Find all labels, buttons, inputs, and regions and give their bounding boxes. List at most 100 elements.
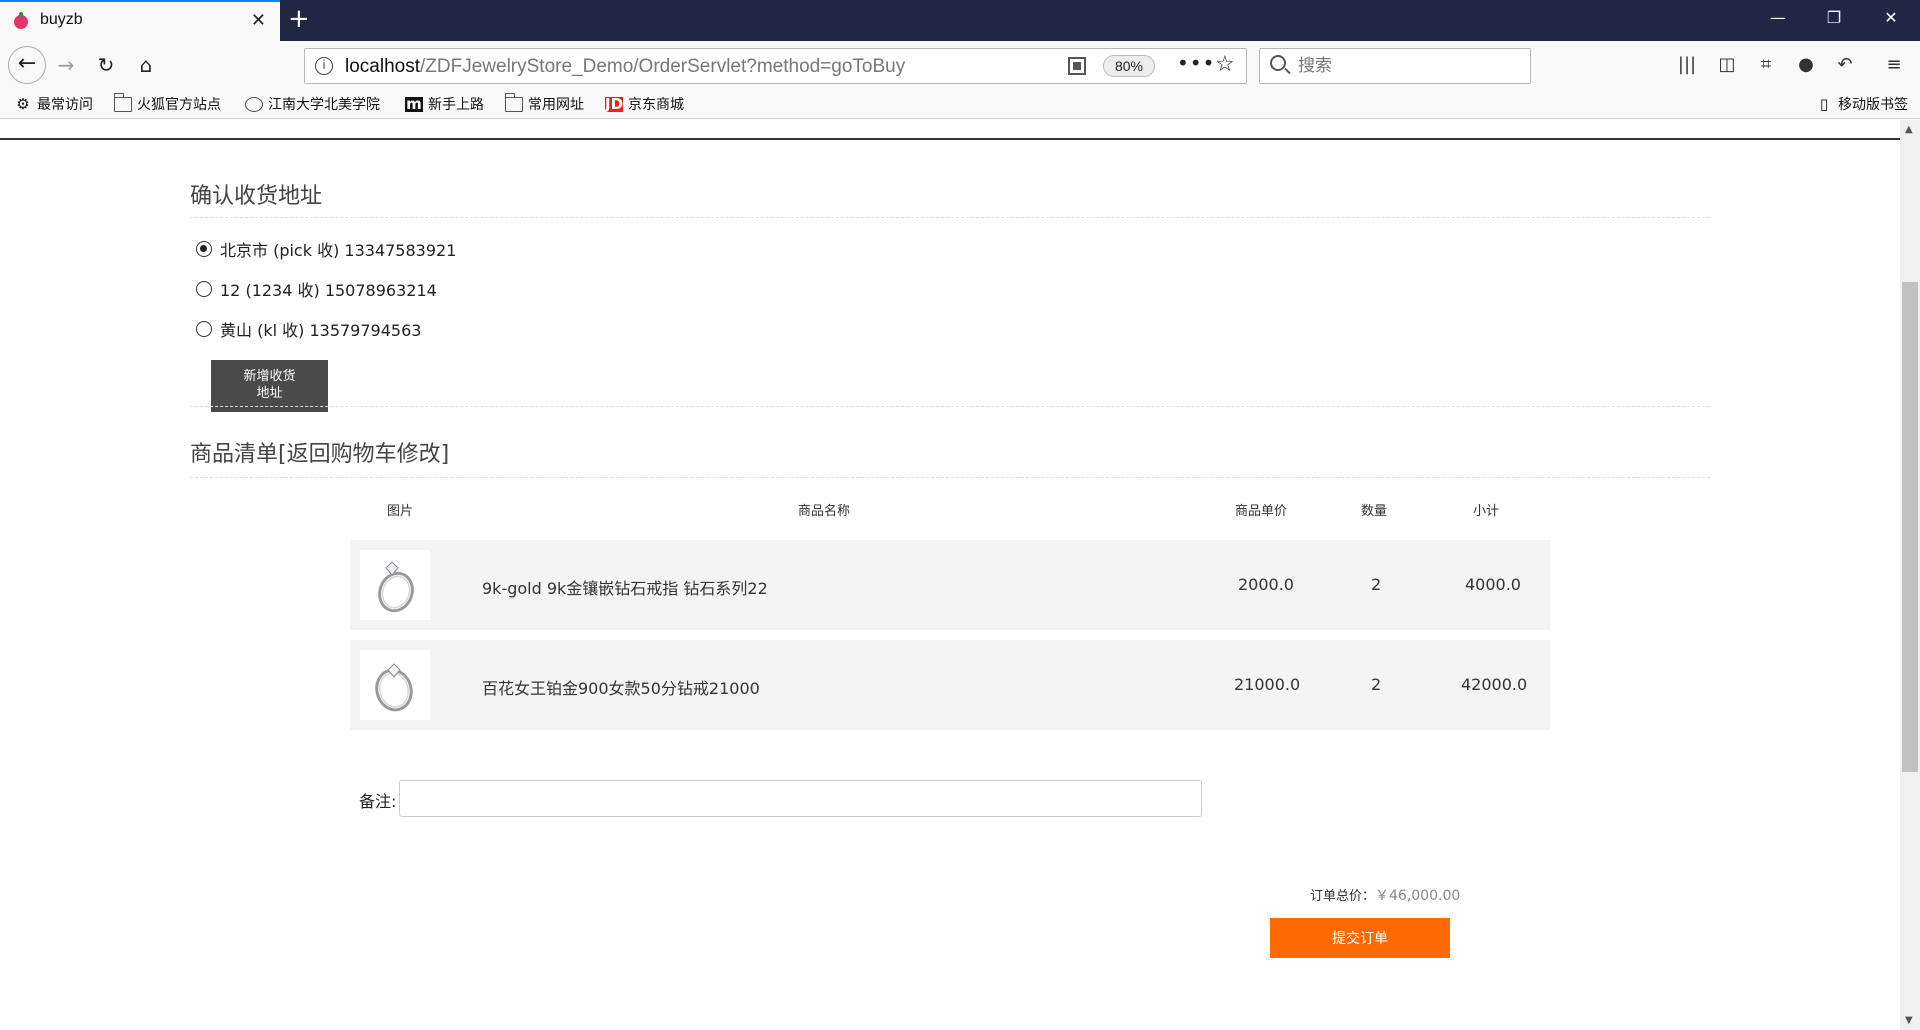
bookmark-label: 江南大学北美学院 xyxy=(268,97,380,113)
items-section-title[interactable]: 商品清单[返回购物车修改] xyxy=(190,436,449,468)
page-content: 确认收货地址 北京市 (pick 收) 13347583921 12 (1234… xyxy=(0,120,1900,1030)
table-row: 百花女王铂金900女款50分钻戒21000 21000.0 2 42000.0 xyxy=(350,640,1550,730)
bookmark-label: 京东商城 xyxy=(628,97,684,113)
jd-logo-icon: JD xyxy=(605,94,624,113)
restore-icon[interactable]: ❐ xyxy=(1819,8,1849,27)
ring-icon[interactable] xyxy=(360,650,430,720)
globe-icon xyxy=(245,96,263,112)
bookmark-label: 火狐官方站点 xyxy=(137,97,221,113)
page-actions-icon[interactable]: ••• xyxy=(1177,51,1215,75)
scroll-up-icon[interactable]: ▲ xyxy=(1905,124,1913,135)
item-price: 21000.0 xyxy=(1234,675,1301,694)
back-button[interactable]: ← xyxy=(8,46,46,84)
window-close-icon[interactable]: ✕ xyxy=(1876,8,1906,27)
bookmark-label: 移动版书签 xyxy=(1838,97,1908,113)
reload-button[interactable]: ↻ xyxy=(92,51,120,79)
bookmark-label: 最常访问 xyxy=(37,97,93,113)
address-radio[interactable] xyxy=(196,321,212,337)
order-total-label: 订单总价： xyxy=(1310,889,1376,904)
item-subtotal: 42000.0 xyxy=(1461,675,1528,694)
url-path: /ZDFJewelryStore_Demo/OrderServlet?metho… xyxy=(420,56,906,77)
mobile-icon: ▯ xyxy=(1819,94,1829,113)
gear-icon: ⚙ xyxy=(16,94,30,113)
header-subtotal: 小计 xyxy=(1473,504,1500,519)
remark-label: 备注: xyxy=(359,792,397,811)
search-input[interactable] xyxy=(1298,55,1518,77)
add-address-label-line1: 新增收货 xyxy=(243,369,296,384)
remark-input[interactable] xyxy=(399,780,1202,817)
folder-icon xyxy=(114,92,132,112)
ring-icon[interactable] xyxy=(360,550,430,620)
address-section-title: 确认收货地址 xyxy=(190,184,323,209)
bookmark-mobile[interactable]: ▯ 移动版书签 xyxy=(1815,94,1908,114)
sidebar-icon[interactable]: ◫ xyxy=(1713,51,1741,79)
navigation-toolbar: ← → ↻ ⌂ i localhost/ZDFJewelryStore_Demo… xyxy=(0,41,1920,89)
qr-code-icon[interactable] xyxy=(1068,57,1086,75)
address-radio[interactable] xyxy=(196,281,212,297)
divider xyxy=(190,217,1710,218)
address-text: 北京市 (pick 收) 13347583921 xyxy=(220,241,457,260)
bookmarks-toolbar: ⚙ 最常访问 火狐官方站点 江南大学北美学院 m 新手上路 常用网址 JD 京东商城 … xyxy=(0,89,1920,119)
screenshot-icon[interactable]: ⌗ xyxy=(1752,51,1780,79)
add-address-label-line2: 地址 xyxy=(256,386,283,401)
bookmark-star-icon[interactable]: ☆ xyxy=(1215,52,1235,77)
bookmark-jiangnan[interactable]: 江南大学北美学院 xyxy=(245,94,380,114)
item-subtotal: 4000.0 xyxy=(1465,575,1521,594)
header-qty: 数量 xyxy=(1361,504,1388,519)
close-tab-icon[interactable]: ✕ xyxy=(251,10,266,31)
add-address-button[interactable]: 新增收货 地址 xyxy=(211,360,328,412)
order-total-value: ￥46,000.00 xyxy=(1375,888,1461,904)
address-radio[interactable] xyxy=(196,241,212,257)
divider xyxy=(190,406,1710,407)
zoom-level[interactable]: 80% xyxy=(1103,55,1155,77)
library-icon[interactable]: ||| xyxy=(1673,51,1701,79)
forward-button[interactable]: → xyxy=(52,51,80,79)
url-host: localhost xyxy=(345,56,420,77)
item-name: 9k-gold 9k金镶嵌钻石戒指 钻石系列22 xyxy=(482,579,768,598)
site-info-icon[interactable]: i xyxy=(315,57,333,75)
chat-icon[interactable]: ● xyxy=(1792,51,1820,79)
table-row: 9k-gold 9k金镶嵌钻石戒指 钻石系列22 2000.0 2 4000.0 xyxy=(350,540,1550,630)
address-text: 黄山 (kl 收) 13579794563 xyxy=(220,321,422,340)
scroll-down-icon[interactable]: ▼ xyxy=(1905,1015,1913,1026)
header-divider xyxy=(0,138,1900,140)
header-image: 图片 xyxy=(387,504,414,519)
url-text[interactable]: localhost/ZDFJewelryStore_Demo/OrderServ… xyxy=(345,56,905,78)
divider xyxy=(190,477,1710,478)
order-items-table: 图片 商品名称 商品单价 数量 小计 9k-gold 9k金镶嵌钻石戒指 钻石系… xyxy=(350,500,1550,740)
new-tab-icon[interactable]: + xyxy=(288,4,310,34)
item-price: 2000.0 xyxy=(1238,575,1294,594)
tab-bar: buyzb ✕ + — ❐ ✕ xyxy=(0,0,1920,41)
folder-icon xyxy=(505,92,523,112)
header-name: 商品名称 xyxy=(798,504,851,519)
scrollbar-thumb[interactable] xyxy=(1902,282,1918,772)
submit-order-button[interactable]: 提交订单 xyxy=(1270,918,1450,958)
bookmark-getting-started[interactable]: m 新手上路 xyxy=(405,94,484,114)
item-name: 百花女王铂金900女款50分钻戒21000 xyxy=(482,679,760,698)
url-bar[interactable]: i localhost/ZDFJewelryStore_Demo/OrderSe… xyxy=(304,48,1247,84)
undo-icon[interactable]: ↶ xyxy=(1831,51,1859,79)
minimize-icon[interactable]: — xyxy=(1763,8,1793,27)
bookmark-most-visited[interactable]: ⚙ 最常访问 xyxy=(14,94,93,114)
tab-buyzb[interactable]: buyzb ✕ xyxy=(0,0,280,41)
address-option[interactable]: 北京市 (pick 收) 13347583921 xyxy=(196,237,456,261)
m-logo-icon: m xyxy=(405,94,423,113)
item-qty: 2 xyxy=(1371,575,1382,594)
apple-favicon-icon xyxy=(14,12,28,29)
home-button[interactable]: ⌂ xyxy=(132,51,160,79)
page-scrollbar[interactable]: ▲ ▼ xyxy=(1900,120,1920,1030)
bookmark-jd[interactable]: JD 京东商城 xyxy=(605,94,684,114)
item-qty: 2 xyxy=(1371,675,1382,694)
tab-title: buyzb xyxy=(40,11,83,28)
bookmark-firefox-site[interactable]: 火狐官方站点 xyxy=(114,92,221,114)
search-bar[interactable] xyxy=(1259,48,1531,84)
search-icon xyxy=(1270,55,1286,71)
bookmark-common-sites[interactable]: 常用网址 xyxy=(505,92,584,114)
header-price: 商品单价 xyxy=(1235,504,1288,519)
address-text: 12 (1234 收) 15078963214 xyxy=(220,281,437,300)
order-total: 订单总价：￥46,000.00 xyxy=(1310,885,1460,905)
address-option[interactable]: 12 (1234 收) 15078963214 xyxy=(196,277,437,301)
address-option[interactable]: 黄山 (kl 收) 13579794563 xyxy=(196,317,421,341)
menu-icon[interactable]: ≡ xyxy=(1880,51,1908,79)
table-header: 图片 商品名称 商品单价 数量 小计 xyxy=(350,500,1550,540)
